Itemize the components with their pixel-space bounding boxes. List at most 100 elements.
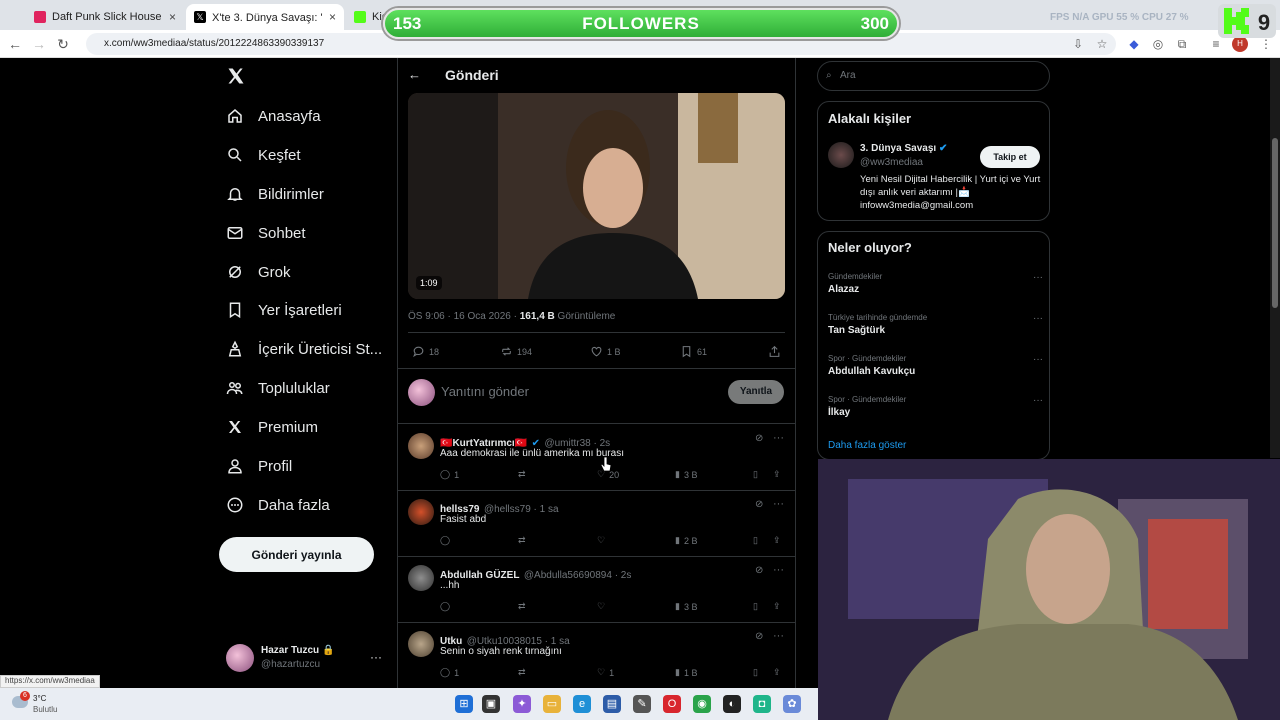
like-action[interactable]: ♡ 1 xyxy=(597,667,614,678)
opera-icon[interactable]: O xyxy=(663,695,681,713)
sidebar-item-chat[interactable]: Sohbet xyxy=(226,221,306,245)
list-item[interactable]: Abdullah GÜZEL @Abdulla56690894 · 2s ...… xyxy=(397,556,796,622)
share-action[interactable]: ⇪ xyxy=(773,469,781,480)
puzzle-icon[interactable]: ⧉ xyxy=(1174,36,1190,52)
extension-icon[interactable]: ◆ xyxy=(1126,36,1142,52)
more-icon[interactable]: ··· xyxy=(1033,272,1043,283)
sidebar-item-notifications[interactable]: Bildirimler xyxy=(226,182,324,206)
app-icon[interactable]: ✿ xyxy=(783,695,801,713)
repost-action[interactable]: ⇄ xyxy=(518,469,526,480)
views-action[interactable]: ▮ 2 B xyxy=(675,535,697,546)
back-icon[interactable]: ← xyxy=(6,36,24,52)
views-action[interactable]: ▮ 3 B xyxy=(675,469,697,480)
repost-action[interactable]: 194 xyxy=(500,345,532,358)
views-action[interactable]: ▮ 3 B xyxy=(675,601,697,612)
reply-action[interactable]: 18 xyxy=(412,345,439,358)
reply-action[interactable]: ◯ 1 xyxy=(440,469,459,480)
sidebar-item-communities[interactable]: Topluluklar xyxy=(226,376,330,400)
views-action[interactable]: ▮ 1 B xyxy=(675,667,697,678)
more-icon[interactable]: ··· xyxy=(1033,313,1043,324)
tab-x-post[interactable]: 𝕏 X'te 3. Dünya Savaşı: "🔴ICE aj × xyxy=(186,4,344,30)
windows-start-icon[interactable]: ⊞ xyxy=(455,695,473,713)
list-item[interactable]: 🇹🇷KurtYatırımcı🇹🇷 ✔ @umittr38 · 2s Aaa d… xyxy=(397,424,796,490)
forward-icon[interactable]: → xyxy=(30,36,48,52)
reply-action[interactable]: ◯ 1 xyxy=(440,667,459,678)
bookmark-action[interactable]: ▯ xyxy=(753,667,758,678)
share-action[interactable]: ⇪ xyxy=(773,535,781,546)
repost-action[interactable]: ⇄ xyxy=(518,667,526,678)
grok-icon[interactable]: ⊘ xyxy=(755,499,763,510)
extension-icon[interactable]: ◎ xyxy=(1150,36,1166,52)
bookmark-action[interactable]: ▯ xyxy=(753,535,758,546)
taskview-icon[interactable]: ▣ xyxy=(482,695,500,713)
video-player[interactable]: 1:09 xyxy=(408,93,785,299)
like-action[interactable]: ♡ xyxy=(597,535,609,546)
account-menu-icon[interactable]: ··· xyxy=(370,650,382,664)
search-input[interactable]: ⌕ Ara xyxy=(817,61,1050,91)
avatar[interactable] xyxy=(828,142,854,168)
edge-icon[interactable]: e xyxy=(573,695,591,713)
share-action[interactable]: ⇪ xyxy=(773,667,781,678)
folder-icon[interactable]: ▭ xyxy=(543,695,561,713)
sidebar-item-premium[interactable]: Premium xyxy=(226,415,318,439)
repost-action[interactable]: ⇄ xyxy=(518,601,526,612)
trend-item[interactable]: Spor · Gündemdekiler İlkay ··· xyxy=(828,395,1043,418)
grok-icon[interactable]: ⊘ xyxy=(755,433,763,444)
x-logo-icon[interactable] xyxy=(226,66,246,86)
share-action[interactable]: ⇪ xyxy=(773,601,781,612)
sidebar-item-more[interactable]: Daha fazla xyxy=(226,493,330,517)
bookmark-action[interactable]: ▯ xyxy=(753,601,758,612)
sidebar-item-home[interactable]: Anasayfa xyxy=(226,104,321,128)
bookmark-action[interactable]: ▯ xyxy=(753,469,758,480)
more-icon[interactable]: ··· xyxy=(773,630,784,642)
scrollbar[interactable] xyxy=(1270,58,1280,458)
install-icon[interactable]: ⇩ xyxy=(1070,36,1086,52)
more-icon[interactable]: ··· xyxy=(1033,395,1043,406)
copilot-icon[interactable]: ✦ xyxy=(513,695,531,713)
list-item[interactable]: hellss79 @hellss79 · 1 sa Fasist abd ⊘ ·… xyxy=(397,490,796,556)
more-icon[interactable]: ··· xyxy=(1033,354,1043,365)
star-icon[interactable]: ☆ xyxy=(1094,36,1110,52)
reload-icon[interactable]: ↻ xyxy=(54,36,72,53)
show-more-link[interactable]: Daha fazla göster xyxy=(828,440,906,451)
post-button[interactable]: Gönderi yayınla xyxy=(219,537,374,572)
sidebar-item-creator-studio[interactable]: İçerik Üreticisi St... xyxy=(226,337,382,361)
share-action[interactable] xyxy=(768,345,781,358)
reply-action[interactable]: ◯ xyxy=(440,535,454,546)
reply-input[interactable]: Yanıtını gönder xyxy=(441,384,529,399)
tab-daft-punk[interactable]: Daft Punk Slick House Grooves × xyxy=(26,4,184,30)
app-icon[interactable]: ◘ xyxy=(753,695,771,713)
bookmark-action[interactable]: 61 xyxy=(680,345,707,358)
account-name[interactable]: Hazar Tuzcu 🔒 xyxy=(261,645,334,656)
reply-action[interactable]: ◯ xyxy=(440,601,454,612)
close-tab-icon[interactable]: × xyxy=(169,10,176,24)
like-action[interactable]: ♡ xyxy=(597,601,609,612)
menu-icon[interactable]: ⋮ xyxy=(1258,36,1274,52)
store-icon[interactable]: ▤ xyxy=(603,695,621,713)
follow-button[interactable]: Takip et xyxy=(980,146,1040,168)
chrome-icon[interactable]: ◉ xyxy=(693,695,711,713)
tab-kick[interactable]: Kick xyxy=(346,4,393,30)
back-arrow-icon[interactable]: ← xyxy=(408,67,421,82)
grok-icon[interactable]: ⊘ xyxy=(755,565,763,576)
close-tab-icon[interactable]: × xyxy=(329,10,336,24)
app-icon[interactable]: ✎ xyxy=(633,695,651,713)
trend-item[interactable]: Türkiye tarihinde gündemde Tan Sağtürk ·… xyxy=(828,313,1043,336)
repost-action[interactable]: ⇄ xyxy=(518,535,526,546)
avatar[interactable] xyxy=(226,644,254,672)
like-action[interactable]: 1 B xyxy=(590,345,621,358)
list-item[interactable]: Utku @Utku10038015 · 1 sa Senin o siyah … xyxy=(397,622,796,688)
scrollbar-thumb[interactable] xyxy=(1272,138,1278,308)
media-icon[interactable]: ≡ xyxy=(1208,36,1224,52)
app-icon[interactable]: ◐ xyxy=(723,695,741,713)
avatar[interactable]: H xyxy=(1232,36,1248,52)
sidebar-item-explore[interactable]: Keşfet xyxy=(226,143,301,167)
trend-item[interactable]: Spor · Gündemdekiler Abdullah Kavukçu ··… xyxy=(828,354,1043,377)
sidebar-item-grok[interactable]: Grok xyxy=(226,260,291,284)
sidebar-item-profile[interactable]: Profil xyxy=(226,454,292,478)
more-icon[interactable]: ··· xyxy=(773,498,784,510)
reply-button[interactable]: Yanıtla xyxy=(728,380,784,404)
sidebar-item-bookmarks[interactable]: Yer İşaretleri xyxy=(226,298,342,322)
more-icon[interactable]: ··· xyxy=(773,564,784,576)
grok-icon[interactable]: ⊘ xyxy=(755,631,763,642)
